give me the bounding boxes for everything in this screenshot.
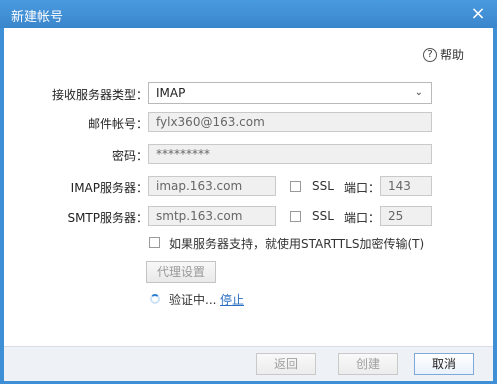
- password-field[interactable]: *********: [148, 144, 432, 164]
- new-account-dialog: 新建帐号 × ? 帮助 接收服务器类型： IMAP ⌄ 邮件帐号： fylx36…: [0, 0, 497, 384]
- starttls-checkbox[interactable]: [149, 237, 160, 248]
- chevron-down-icon: ⌄: [414, 87, 423, 98]
- help-link[interactable]: ? 帮助: [423, 46, 464, 63]
- server-type-value: IMAP: [156, 86, 186, 100]
- smtp-port-label: 端口：: [344, 211, 381, 225]
- loading-spinner-icon: [150, 294, 160, 304]
- back-button[interactable]: 返回: [256, 353, 316, 375]
- smtp-ssl-checkbox[interactable]: [290, 211, 301, 222]
- smtp-server-field[interactable]: smtp.163.com: [148, 206, 276, 226]
- window-title: 新建帐号: [11, 10, 64, 25]
- help-label: 帮助: [440, 48, 465, 62]
- dialog-footer: 返回 创建 取消: [4, 346, 493, 381]
- account-label: 邮件帐号：: [87, 117, 148, 131]
- imap-ssl-checkbox[interactable]: [290, 181, 301, 192]
- imap-server-label: IMAP服务器：: [70, 181, 148, 195]
- cancel-button[interactable]: 取消: [414, 353, 474, 375]
- create-button[interactable]: 创建: [338, 353, 398, 375]
- proxy-settings-button[interactable]: 代理设置: [146, 261, 216, 283]
- smtp-server-label: SMTP服务器：: [67, 211, 148, 225]
- smtp-port-field[interactable]: 25: [380, 206, 432, 226]
- close-icon[interactable]: ×: [469, 5, 487, 23]
- password-label: 密码：: [111, 149, 148, 163]
- imap-ssl-label: SSL: [312, 179, 334, 193]
- starttls-label: 如果服务器支持，就使用STARTTLS加密传输(T): [169, 237, 425, 251]
- server-type-select[interactable]: IMAP ⌄: [148, 82, 432, 104]
- dialog-body: ? 帮助 接收服务器类型： IMAP ⌄ 邮件帐号： fylx360@163.c…: [4, 28, 493, 381]
- imap-server-field[interactable]: imap.163.com: [148, 176, 276, 196]
- titlebar: 新建帐号 ×: [0, 0, 497, 28]
- stop-link[interactable]: 停止: [220, 291, 244, 308]
- server-type-label: 接收服务器类型：: [51, 88, 148, 102]
- verifying-status: 验证中...: [169, 293, 217, 307]
- help-icon: ?: [423, 47, 437, 62]
- imap-port-label: 端口：: [344, 181, 381, 195]
- smtp-ssl-label: SSL: [312, 209, 334, 223]
- account-field[interactable]: fylx360@163.com: [148, 112, 432, 132]
- imap-port-field[interactable]: 143: [380, 176, 432, 196]
